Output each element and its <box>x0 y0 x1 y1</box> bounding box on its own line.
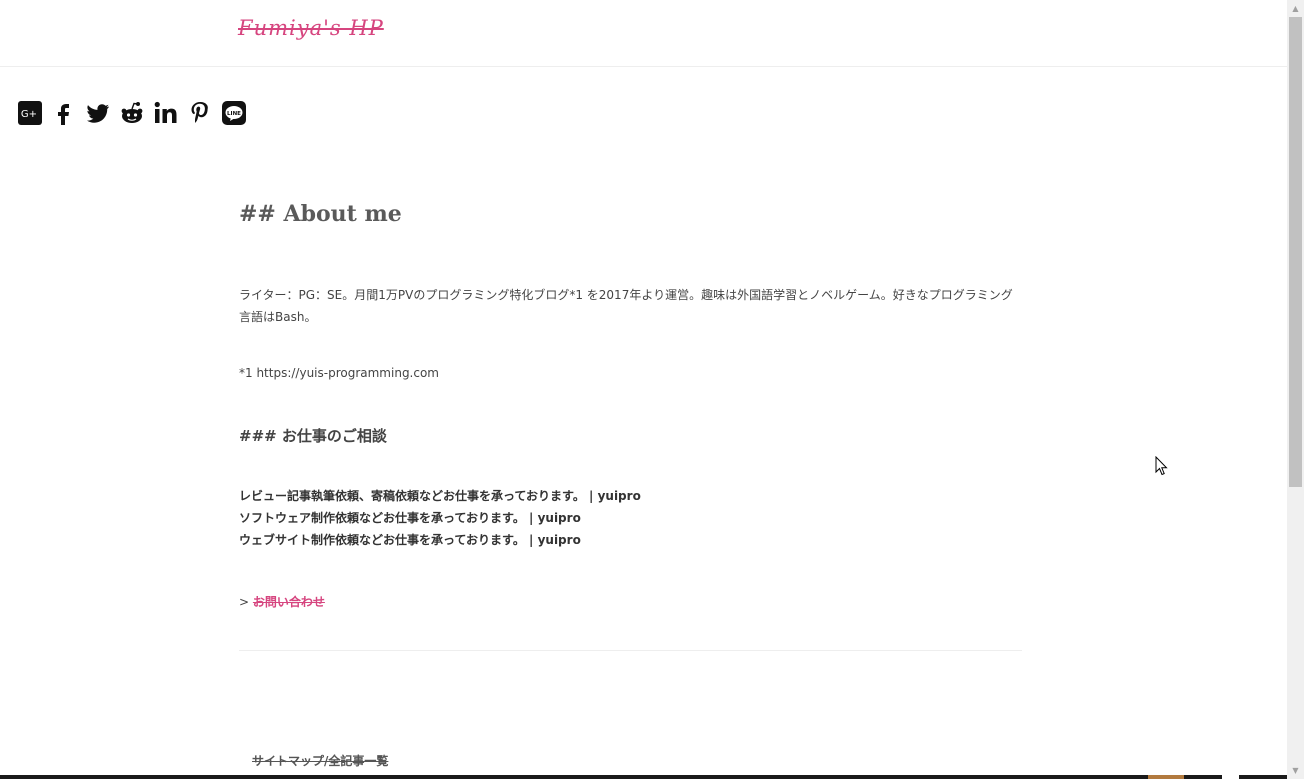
work-link-website[interactable]: ウェブサイト制作依頼などお仕事を承っております。 | yuipro <box>239 533 581 547</box>
list-item: ソフトウェア制作依頼などお仕事を承っております。 | yuipro <box>239 507 641 529</box>
work-heading: ### お仕事のご相談 <box>239 427 387 445</box>
contact-prefix: > <box>239 595 250 609</box>
google-plus-icon[interactable]: G+ <box>16 99 44 127</box>
linkedin-icon[interactable] <box>152 99 180 127</box>
main-content: ## About me ライター：PG：SE。月間1万PVのプログラミング特化ブ… <box>239 196 1022 547</box>
list-item: ウェブサイト制作依頼などお仕事を承っております。 | yuipro <box>239 529 641 551</box>
line-icon[interactable]: LINE <box>220 99 248 127</box>
divider <box>239 650 1022 651</box>
scroll-down-arrow-icon[interactable]: ▼ <box>1287 762 1304 779</box>
contact-link[interactable]: お問い合わせ <box>253 595 325 609</box>
work-link-review[interactable]: レビュー記事執筆依頼、寄稿依頼などお仕事を承っております。 | yuipro <box>239 489 641 503</box>
list-item: レビュー記事執筆依頼、寄稿依頼などお仕事を承っております。 | yuipro <box>239 485 641 507</box>
svg-text:LINE: LINE <box>227 111 241 117</box>
footnote-text: *1 https://yuis-programming.com <box>239 366 439 380</box>
work-link-software[interactable]: ソフトウェア制作依頼などお仕事を承っております。 | yuipro <box>239 511 581 525</box>
site-logo[interactable]: Fumiya's HP <box>238 16 384 40</box>
scroll-up-arrow-icon[interactable]: ▲ <box>1287 0 1304 17</box>
twitter-icon[interactable] <box>84 99 112 127</box>
mouse-cursor-icon <box>1155 456 1168 476</box>
svg-text:G+: G+ <box>21 109 37 120</box>
work-list: レビュー記事執筆依頼、寄稿依頼などお仕事を承っております。 | yuipro ソ… <box>239 485 641 551</box>
about-heading: ## About me <box>239 201 402 227</box>
site-header: Fumiya's HP <box>0 0 1287 67</box>
scroll-thumb[interactable] <box>1289 17 1302 487</box>
share-bar: G+ LINE <box>16 99 248 127</box>
taskbar-gap <box>1222 775 1239 779</box>
sitemap-link[interactable]: サイトマップ/全記事一覧 <box>252 752 388 769</box>
facebook-icon[interactable] <box>50 99 78 127</box>
page: Fumiya's HP G+ LINE ## About me ライター：PG：… <box>0 0 1304 779</box>
taskbar-accent <box>1148 775 1184 779</box>
pinterest-icon[interactable] <box>186 99 214 127</box>
contact-line: > お問い合わせ <box>239 593 325 610</box>
scrollbar[interactable]: ▲ ▼ <box>1287 0 1304 779</box>
taskbar-strip <box>0 775 1287 779</box>
intro-text: ライター：PG：SE。月間1万PVのプログラミング特化ブログ*1 を2017年よ… <box>239 288 1013 324</box>
reddit-icon[interactable] <box>118 99 146 127</box>
